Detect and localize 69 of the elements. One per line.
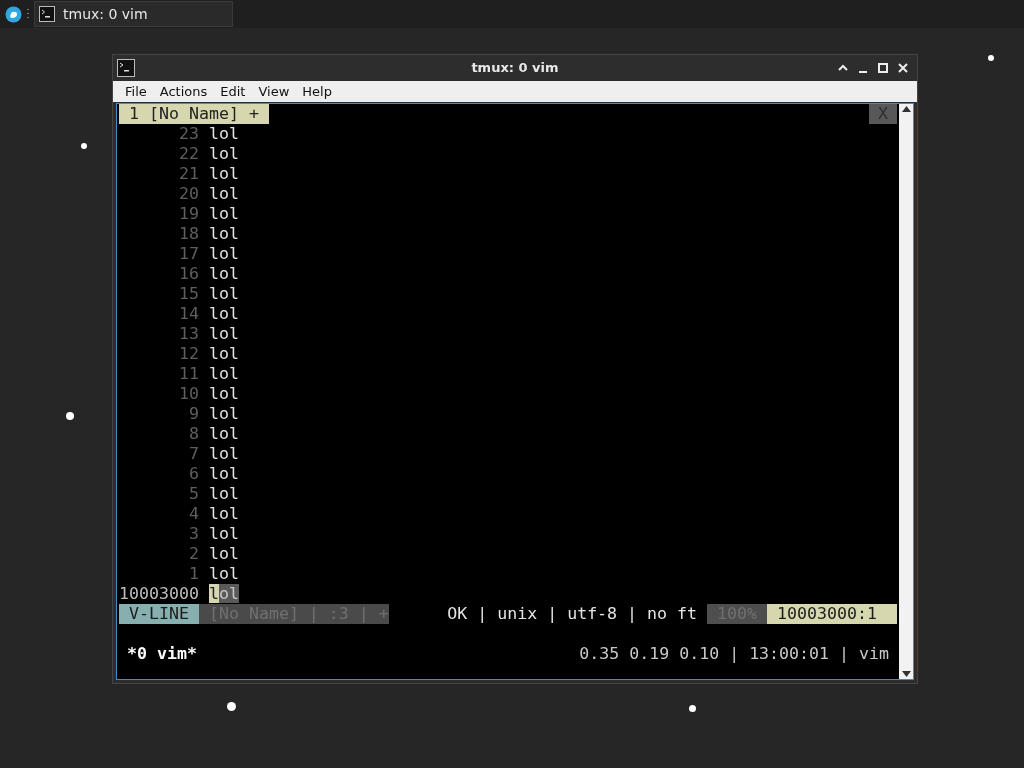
line-number: 17 [178,244,199,264]
line-text: lol [209,504,239,524]
file-format-info: OK | unix | utf-8 | no ft [446,604,699,624]
line-number: 13 [178,324,199,344]
line-number: 18 [178,224,199,244]
line-number: 7 [188,444,199,464]
line-text: lol [209,364,239,384]
line-number: 10003000 [119,584,199,604]
line-number: 1 [188,564,199,584]
tmux-window[interactable]: *0 vim* [119,644,197,664]
line-text: lol [209,564,239,584]
scroll-up-icon[interactable] [901,106,911,112]
line-number: 12 [178,344,199,364]
mode-indicator: V-LINE [119,604,199,624]
line-text: lol [209,444,239,464]
line-text: lol [209,584,239,604]
line-text: lol [209,264,239,284]
line-number: 22 [178,144,199,164]
maximize-icon[interactable] [877,62,889,74]
scroll-down-icon[interactable] [901,671,911,677]
line-number: 19 [178,204,199,224]
line-number: 16 [178,264,199,284]
line-text: lol [209,244,239,264]
close-icon[interactable] [897,62,909,74]
line-number: 2 [188,544,199,564]
line-text: lol [209,424,239,444]
line-text: lol [209,144,239,164]
line-number: 10 [178,384,199,404]
line-number: 21 [178,164,199,184]
cursor-position: 10003000:1 [767,604,897,624]
line-number: 20 [178,184,199,204]
line-text: lol [209,524,239,544]
line-text: lol [209,124,239,144]
tmux-status: 0.35 0.19 0.10 | 13:00:01 | vim [579,644,890,664]
line-text: lol [209,484,239,504]
menu-item[interactable]: File [119,80,153,103]
line-text: lol [209,224,239,244]
line-number: 11 [178,364,199,384]
line-text: lol [209,164,239,184]
line-text: lol [209,344,239,364]
line-text: lol [209,464,239,484]
line-number: 4 [188,504,199,524]
scrollbar[interactable] [899,104,913,679]
menu-item[interactable]: Actions [153,80,214,103]
line-text: lol [209,384,239,404]
taskbar-item[interactable]: tmux: 0 vim [34,1,233,27]
line-text: lol [209,404,239,424]
line-number: 5 [188,484,199,504]
menu-item[interactable]: View [252,80,296,103]
terminal-icon [117,59,135,77]
line-number: 3 [188,524,199,544]
menu-item[interactable]: Edit [214,80,252,103]
line-number: 8 [188,424,199,444]
terminal-icon [39,6,55,22]
line-text: lol [209,184,239,204]
line-text: lol [209,284,239,304]
tab[interactable]: 1 [No Name] + [119,104,269,124]
line-text: lol [209,544,239,564]
menu-item[interactable]: Help [296,80,338,103]
window-title: tmux: 0 vim [471,59,559,78]
app-launcher-icon[interactable] [5,5,22,23]
line-text: lol [209,204,239,224]
line-number: 14 [178,304,199,324]
line-text: lol [209,304,239,324]
line-number: 23 [178,124,199,144]
line-number: 15 [178,284,199,304]
line-number: 9 [188,404,199,424]
line-text: lol [209,324,239,344]
line-number: 6 [188,464,199,484]
